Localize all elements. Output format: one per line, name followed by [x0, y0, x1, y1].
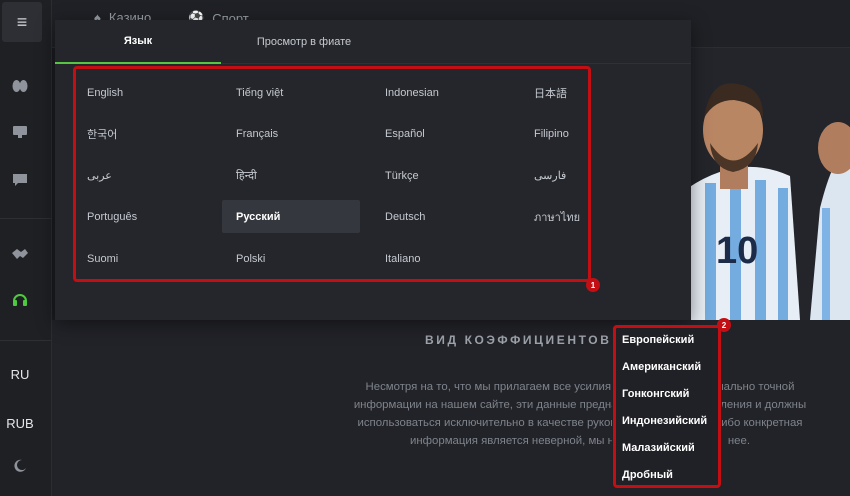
odds-description-line: использоваться исключительно в качестве …	[357, 417, 803, 429]
tab-fiat-view[interactable]: Просмотр в фиате	[221, 20, 387, 64]
kidneys-icon	[12, 80, 28, 92]
svg-text:10: 10	[716, 230, 758, 272]
app-root: ♠ Казино ⚽ Спорт 10 ВИД КОЭФФИЦИЕНТОВ Не…	[0, 0, 850, 496]
currency-switch[interactable]: RUB	[0, 416, 40, 431]
menu-button[interactable]: ≡	[2, 2, 42, 42]
odds-description-line: информации на нашем сайте, эти данные пр…	[353, 399, 807, 411]
sidebar-divider	[0, 340, 52, 341]
casino-shortcut[interactable]	[0, 66, 40, 106]
annotation-badge-1: 1	[586, 278, 600, 292]
odds-description: Несмотря на то, что мы прилагаем все уси…	[320, 378, 840, 450]
handshake-icon	[12, 249, 28, 259]
annotation-badge-2: 2	[717, 318, 731, 332]
language-panel-tabs: Язык Просмотр в фиате	[55, 20, 691, 64]
support-shortcut[interactable]	[0, 280, 40, 320]
moon-icon	[14, 459, 26, 472]
monitor-icon	[13, 126, 27, 138]
menu-icon: ≡	[16, 11, 28, 32]
tab-language[interactable]: Язык	[55, 20, 221, 64]
theme-toggle[interactable]	[0, 446, 40, 486]
odds-heading: ВИД КОЭФФИЦИЕНТОВ	[425, 333, 612, 347]
chat-icon	[13, 174, 27, 186]
headset-icon	[13, 294, 27, 306]
annotation-box-1	[73, 66, 591, 282]
annotation-box-2	[613, 325, 721, 488]
odds-description-line: информация является неверной, мы не нее.	[410, 435, 750, 447]
odds-description-line: Несмотря на то, что мы прилагаем все уси…	[365, 381, 795, 393]
language-switch[interactable]: RU	[0, 367, 40, 382]
chat-shortcut[interactable]	[0, 160, 40, 200]
sidebar: ≡ RU RUB	[0, 0, 52, 496]
tv-shortcut[interactable]	[0, 112, 40, 152]
sidebar-divider	[0, 218, 52, 219]
partner-shortcut[interactable]	[0, 234, 40, 274]
